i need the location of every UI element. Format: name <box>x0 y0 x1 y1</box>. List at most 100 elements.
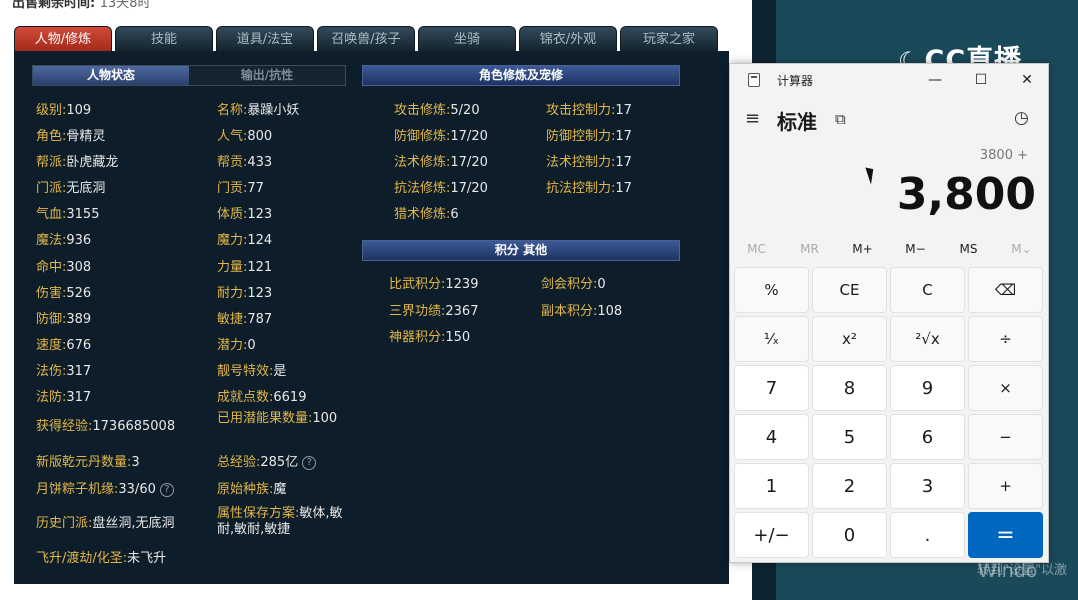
stat-mid-2: 帮贡:433 <box>217 155 272 171</box>
stat-left-0: 级别:109 <box>36 103 91 119</box>
tab-5[interactable]: 锦衣/外观 <box>519 26 617 51</box>
stat-mid-13: 总经验:285亿? <box>217 455 317 471</box>
clear-entry-key[interactable]: CE <box>812 267 887 313</box>
multiply-key[interactable]: × <box>968 365 1043 411</box>
calculator-title: 计算器 <box>777 74 814 88</box>
memory-button-5[interactable]: M⌄ <box>995 242 1048 256</box>
key-0[interactable]: 0 <box>812 512 887 558</box>
stat-left-13-value: 3 <box>131 455 140 470</box>
stat-left-8: 防御:389 <box>36 312 91 328</box>
stat-left-10-label: 法伤: <box>36 364 67 379</box>
cultivation-right-2-value: 17 <box>615 155 632 170</box>
stat-mid-14-label: 原始种族: <box>217 482 274 497</box>
stat-mid-12: 已用潜能果数量:100 <box>217 411 349 427</box>
status-subtabs: 人物状态 输出/抗性 <box>32 65 346 86</box>
stat-left-0-value: 109 <box>66 103 92 118</box>
memory-button-0[interactable]: MC <box>730 242 783 256</box>
expression-display: 3800 + <box>979 148 1028 163</box>
stat-mid-7-value: 123 <box>247 286 273 301</box>
memory-button-2[interactable]: M+ <box>836 242 889 256</box>
stat-mid-3-label: 门贡: <box>217 181 248 196</box>
tab-0[interactable]: 人物/修炼 <box>14 26 112 51</box>
history-icon[interactable]: ◷ <box>1014 108 1029 128</box>
result-display: 3,800 <box>896 169 1036 220</box>
memory-button-1[interactable]: MR <box>783 242 836 256</box>
key-5[interactable]: 5 <box>812 414 887 460</box>
points-left-0: 比武积分:1239 <box>389 277 478 293</box>
stat-left-11-label: 法防: <box>36 390 67 405</box>
help-icon[interactable]: ? <box>159 482 174 497</box>
add-key[interactable]: + <box>968 463 1043 509</box>
key-4[interactable]: 4 <box>734 414 809 460</box>
keep-on-top-icon[interactable]: ⧉ <box>835 110 846 128</box>
stat-mid-6: 力量:121 <box>217 260 272 276</box>
stat-mid-0-label: 名称: <box>217 103 248 118</box>
cultivation-left-3-value: 17/20 <box>450 181 488 196</box>
key-9[interactable]: 9 <box>890 365 965 411</box>
cultivation-left-3-label: 抗法修炼: <box>394 181 451 196</box>
stat-mid-15-label: 属性保存方案: <box>217 506 300 521</box>
tab-3[interactable]: 召唤兽/孩子 <box>317 26 415 51</box>
tab-2[interactable]: 道具/法宝 <box>216 26 314 51</box>
stat-left-11-value: 317 <box>66 390 92 405</box>
cultivation-left-2-value: 17/20 <box>450 155 488 170</box>
memory-button-3[interactable]: M− <box>889 242 942 256</box>
stat-mid-13-label: 总经验: <box>217 455 261 470</box>
cultivation-left-0-label: 攻击修炼: <box>394 103 451 118</box>
stat-mid-7: 耐力:123 <box>217 286 272 302</box>
key-6[interactable]: 6 <box>890 414 965 460</box>
sale-remaining-label: 出售剩余时间: <box>12 0 96 11</box>
subtab-character-status[interactable]: 人物状态 <box>33 66 189 85</box>
close-button[interactable]: ✕ <box>1004 64 1050 96</box>
stat-left-3-value: 无底洞 <box>66 181 106 196</box>
cultivation-right-1: 防御控制力:17 <box>546 129 632 145</box>
reciprocal-key[interactable]: ¹⁄ₓ <box>734 316 809 362</box>
stat-mid-11: 成就点数:6619 <box>217 390 306 406</box>
key-1[interactable]: 1 <box>734 463 809 509</box>
stat-mid-9-value: 0 <box>247 338 256 353</box>
calculator-titlebar[interactable]: 计算器 — ☐ ✕ <box>730 64 1048 96</box>
cultivation-left-0: 攻击修炼:5/20 <box>394 103 480 119</box>
cultivation-left-1: 防御修炼:17/20 <box>394 129 488 145</box>
key-7[interactable]: 7 <box>734 365 809 411</box>
cultivation-right-3: 抗法控制力:17 <box>546 181 632 197</box>
minimize-button[interactable]: — <box>912 64 958 96</box>
backspace-key[interactable]: ⌫ <box>968 267 1043 313</box>
tab-6[interactable]: 玩家之家 <box>620 26 718 51</box>
points-right-0-label: 剑会积分: <box>541 277 598 292</box>
stat-mid-9: 潜力:0 <box>217 338 256 354</box>
points-left-1: 三界功绩:2367 <box>389 304 478 320</box>
stat-left-3: 门派:无底洞 <box>36 181 105 197</box>
calculator-app-icon <box>748 73 760 87</box>
stat-mid-1-value: 800 <box>247 129 273 144</box>
stat-left-11: 法防:317 <box>36 390 91 406</box>
stat-left-5: 魔法:936 <box>36 233 91 249</box>
stat-left-9-value: 676 <box>66 338 92 353</box>
cultivation-right-2-label: 法术控制力: <box>546 155 616 170</box>
key-8[interactable]: 8 <box>812 365 887 411</box>
negate-key[interactable]: +/− <box>734 512 809 558</box>
maximize-button[interactable]: ☐ <box>958 64 1004 96</box>
equals-key[interactable]: = <box>968 512 1043 558</box>
memory-button-4[interactable]: MS <box>942 242 995 256</box>
key-2[interactable]: 2 <box>812 463 887 509</box>
stat-mid-15: 属性保存方案:敏体,敏耐,敏耐,敏捷 <box>217 506 349 538</box>
divide-key[interactable]: ÷ <box>968 316 1043 362</box>
menu-icon[interactable]: ≡ <box>745 108 760 129</box>
help-icon[interactable]: ? <box>302 455 317 470</box>
tab-1[interactable]: 技能 <box>115 26 213 51</box>
points-right-0: 剑会积分:0 <box>541 277 606 293</box>
subtract-key[interactable]: − <box>968 414 1043 460</box>
sqrt-key[interactable]: ²√x <box>890 316 965 362</box>
cultivation-left-0-value: 5/20 <box>450 103 480 118</box>
key-3[interactable]: 3 <box>890 463 965 509</box>
cultivation-header: 角色修炼及宠修 <box>362 65 680 86</box>
clear-key[interactable]: C <box>890 267 965 313</box>
percent-key[interactable]: % <box>734 267 809 313</box>
points-left-2-value: 150 <box>445 330 471 345</box>
tab-4[interactable]: 坐骑 <box>418 26 516 51</box>
square-key[interactable]: x² <box>812 316 887 362</box>
subtab-output-resistance[interactable]: 输出/抗性 <box>189 66 345 85</box>
decimal-key[interactable]: . <box>890 512 965 558</box>
stat-mid-2-value: 433 <box>247 155 273 170</box>
